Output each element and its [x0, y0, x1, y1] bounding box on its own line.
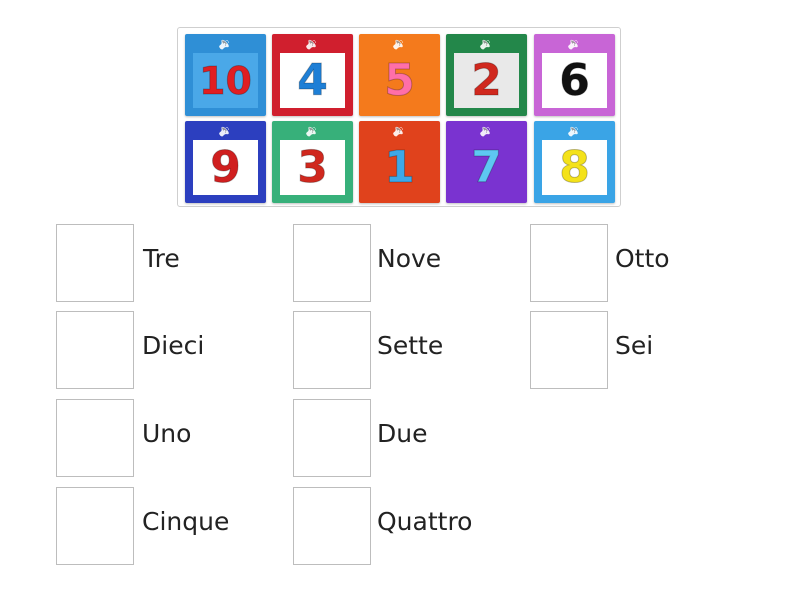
number-word-label: Cinque: [142, 507, 230, 536]
number-tile[interactable]: 🔉 7: [446, 121, 527, 203]
number-card: 3: [280, 140, 345, 195]
number-value: 9: [210, 141, 242, 193]
speaker-icon[interactable]: 🔉: [534, 125, 615, 137]
number-value: 1: [384, 141, 416, 193]
drop-slot[interactable]: [293, 224, 371, 302]
tile-tray: 🔉 10 🔉 4 🔉 5 🔉 2 🔉 6 🔉 9 🔉 3 🔉 1 🔉 7 🔉 8: [177, 27, 621, 207]
number-word-label: Sette: [377, 331, 444, 360]
number-tile[interactable]: 🔉 9: [185, 121, 266, 203]
speaker-icon[interactable]: 🔉: [446, 38, 527, 50]
number-word-label: Quattro: [377, 507, 473, 536]
number-value: 5: [384, 54, 416, 106]
number-card: 9: [193, 140, 258, 195]
number-word-label: Sei: [615, 331, 654, 360]
number-value: 6: [559, 54, 591, 106]
number-card: 4: [280, 53, 345, 108]
number-word-label: Nove: [377, 244, 442, 273]
number-tile[interactable]: 🔉 2: [446, 34, 527, 116]
number-tile[interactable]: 🔉 5: [359, 34, 440, 116]
number-tile[interactable]: 🔉 8: [534, 121, 615, 203]
drop-slot[interactable]: [293, 487, 371, 565]
drop-slot[interactable]: [530, 224, 608, 302]
speaker-icon[interactable]: 🔉: [185, 38, 266, 50]
drop-slot[interactable]: [530, 311, 608, 389]
number-word-label: Tre: [143, 244, 180, 273]
speaker-icon[interactable]: 🔉: [446, 125, 527, 137]
number-value: 4: [297, 54, 329, 106]
number-value: 8: [559, 141, 591, 193]
number-tile[interactable]: 🔉 10: [185, 34, 266, 116]
drop-slot[interactable]: [56, 224, 134, 302]
number-tile[interactable]: 🔉 4: [272, 34, 353, 116]
number-word-label: Dieci: [142, 331, 205, 360]
number-card: 6: [542, 53, 607, 108]
number-value: 2: [471, 54, 503, 106]
number-value: 10: [199, 58, 253, 103]
number-word-label: Uno: [142, 419, 192, 448]
number-word-label: Otto: [615, 244, 670, 273]
number-card: 5: [367, 53, 432, 108]
drop-slot[interactable]: [56, 487, 134, 565]
number-card: 2: [454, 53, 519, 108]
drop-slot[interactable]: [56, 311, 134, 389]
drop-slot[interactable]: [293, 399, 371, 477]
number-tile[interactable]: 🔉 1: [359, 121, 440, 203]
drop-slot[interactable]: [293, 311, 371, 389]
speaker-icon[interactable]: 🔉: [185, 125, 266, 137]
number-card: 1: [367, 140, 432, 195]
number-value: 7: [471, 141, 503, 193]
number-tile[interactable]: 🔉 6: [534, 34, 615, 116]
drop-slot[interactable]: [56, 399, 134, 477]
number-card: 8: [542, 140, 607, 195]
speaker-icon[interactable]: 🔉: [534, 38, 615, 50]
number-value: 3: [297, 141, 329, 193]
speaker-icon[interactable]: 🔉: [272, 38, 353, 50]
speaker-icon[interactable]: 🔉: [272, 125, 353, 137]
number-word-label: Due: [377, 419, 428, 448]
speaker-icon[interactable]: 🔉: [359, 38, 440, 50]
number-card: 7: [454, 140, 519, 195]
number-card: 10: [193, 53, 258, 108]
speaker-icon[interactable]: 🔉: [359, 125, 440, 137]
number-tile[interactable]: 🔉 3: [272, 121, 353, 203]
